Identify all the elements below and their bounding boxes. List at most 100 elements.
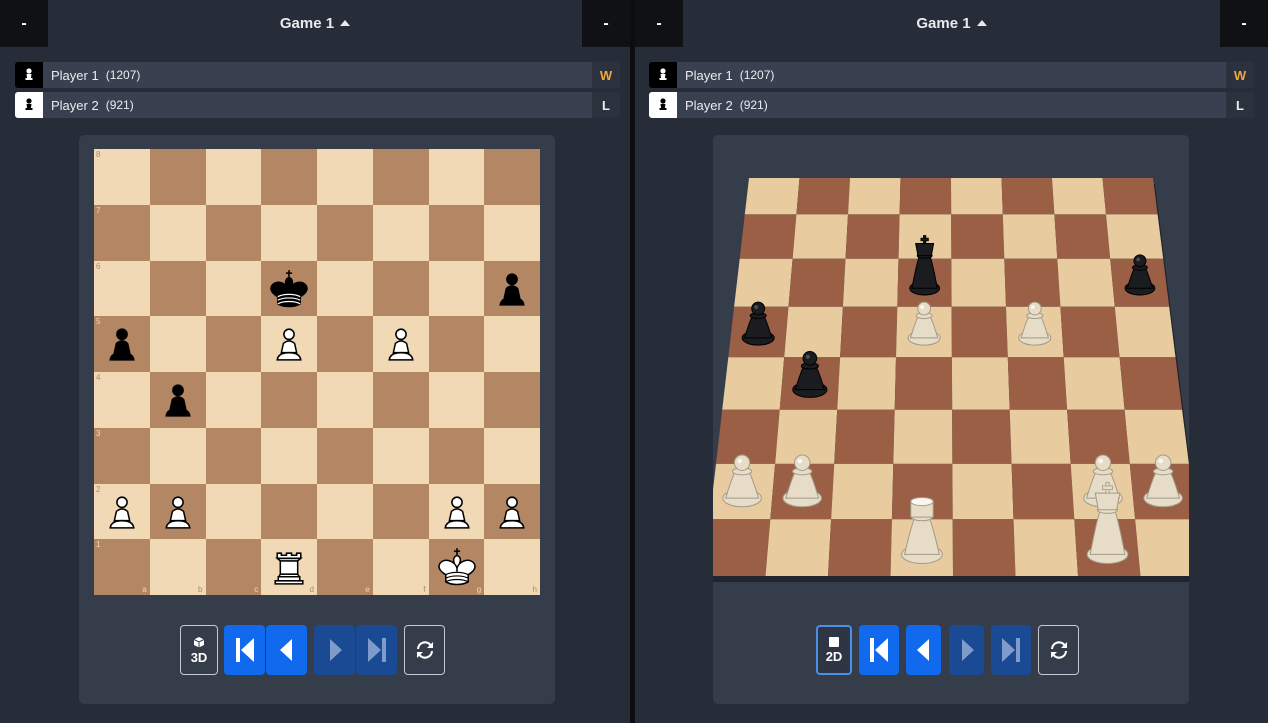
collapse-button[interactable]: - <box>1220 0 1268 47</box>
square-e7[interactable] <box>951 214 1005 259</box>
square-c7[interactable] <box>845 214 900 259</box>
square-e6[interactable] <box>951 258 1006 307</box>
view-2d-button[interactable]: 2D <box>816 625 852 675</box>
square-a6[interactable] <box>734 258 793 307</box>
square-e7[interactable] <box>317 204 373 261</box>
square-e8[interactable] <box>951 178 1003 215</box>
square-g5[interactable] <box>1060 306 1120 358</box>
square-g3[interactable] <box>428 427 485 484</box>
square-h8[interactable] <box>1102 178 1158 215</box>
square-f2[interactable] <box>1011 463 1075 520</box>
last-move-button[interactable] <box>991 625 1031 675</box>
square-g4[interactable] <box>428 372 485 428</box>
square-g8[interactable] <box>428 149 485 205</box>
square-g5[interactable] <box>428 316 485 372</box>
square-g7[interactable] <box>1054 214 1111 259</box>
white-pawn-b2[interactable] <box>155 489 201 535</box>
square-d3[interactable] <box>893 409 953 464</box>
square-e8[interactable] <box>317 149 373 205</box>
square-e4[interactable] <box>317 372 373 428</box>
square-b8[interactable] <box>149 149 206 205</box>
square-f8[interactable] <box>372 149 429 205</box>
square-c4[interactable] <box>205 372 262 428</box>
square-h4[interactable] <box>1119 357 1183 410</box>
square-h7[interactable] <box>484 204 540 261</box>
square-b6[interactable] <box>788 258 846 307</box>
white-rook-d1[interactable] <box>266 544 312 590</box>
square-e6[interactable] <box>317 260 373 317</box>
square-a6[interactable]: 6 <box>94 260 150 317</box>
square-c4[interactable] <box>837 357 896 410</box>
square-c3[interactable] <box>834 409 895 464</box>
square-g6[interactable] <box>428 260 485 317</box>
square-c1[interactable]: c <box>205 539 262 595</box>
square-f4[interactable] <box>372 372 429 428</box>
square-a4[interactable]: 4 <box>94 372 150 428</box>
square-g7[interactable] <box>428 204 485 261</box>
first-move-button[interactable] <box>859 625 899 675</box>
square-c5[interactable] <box>205 316 262 372</box>
previous-move-button[interactable] <box>266 625 307 675</box>
square-f6[interactable] <box>1004 258 1061 307</box>
square-f4[interactable] <box>1007 357 1068 410</box>
square-h3[interactable] <box>484 427 540 484</box>
square-d3[interactable] <box>261 427 317 484</box>
square-a7[interactable] <box>739 214 797 259</box>
square-f1[interactable]: f <box>372 539 429 595</box>
square-a4[interactable] <box>722 357 785 410</box>
square-c5[interactable] <box>840 306 898 358</box>
square-f6[interactable] <box>372 260 429 317</box>
square-h5[interactable] <box>484 316 540 372</box>
square-b5[interactable] <box>149 316 206 372</box>
next-move-button[interactable] <box>314 625 355 675</box>
square-g4[interactable] <box>1063 357 1125 410</box>
square-c7[interactable] <box>205 204 262 261</box>
square-d4[interactable] <box>894 357 953 410</box>
square-h4[interactable] <box>484 372 540 428</box>
square-b5[interactable] <box>784 306 843 358</box>
square-c3[interactable] <box>205 427 262 484</box>
square-h3[interactable] <box>1124 409 1189 464</box>
square-a1[interactable] <box>713 519 771 576</box>
square-b8[interactable] <box>796 178 850 215</box>
square-c2[interactable] <box>831 463 894 520</box>
square-g3[interactable] <box>1067 409 1130 464</box>
square-g8[interactable] <box>1052 178 1106 215</box>
square-g6[interactable] <box>1057 258 1115 307</box>
square-e2[interactable] <box>317 483 373 540</box>
white-pawn-f5[interactable] <box>378 321 424 367</box>
square-e1[interactable]: e <box>317 539 373 595</box>
square-c8[interactable] <box>205 149 262 205</box>
square-a3[interactable] <box>716 409 780 464</box>
chess-board-2d[interactable]: 87654321abcdefgh <box>94 149 540 595</box>
square-h7[interactable] <box>1106 214 1164 259</box>
white-king-g1[interactable] <box>434 544 480 590</box>
square-b7[interactable] <box>792 214 848 259</box>
square-a3[interactable]: 3 <box>94 427 150 484</box>
square-d7[interactable] <box>261 204 317 261</box>
chess-board-3d[interactable] <box>713 135 1189 595</box>
game-title-dropdown[interactable]: Game 1 <box>48 0 582 47</box>
white-pawn-a2[interactable] <box>99 489 145 535</box>
square-f3[interactable] <box>372 427 429 484</box>
view-3d-button[interactable]: 3D <box>180 625 218 675</box>
square-f1[interactable] <box>1013 519 1079 576</box>
collapse-button[interactable]: - <box>582 0 630 47</box>
square-a8[interactable] <box>744 178 800 215</box>
square-e4[interactable] <box>951 357 1010 410</box>
square-d4[interactable] <box>261 372 317 428</box>
black-pawn-a5[interactable] <box>99 321 145 367</box>
previous-move-button[interactable] <box>906 625 941 675</box>
square-e2[interactable] <box>952 463 1014 520</box>
square-c1[interactable] <box>828 519 892 576</box>
square-c8[interactable] <box>848 178 901 215</box>
square-d8[interactable] <box>261 149 317 205</box>
square-e1[interactable] <box>952 519 1016 576</box>
square-c6[interactable] <box>205 260 262 317</box>
square-h1[interactable]: h <box>484 539 540 595</box>
square-b3[interactable] <box>149 427 206 484</box>
game-title-dropdown[interactable]: Game 1 <box>683 0 1220 47</box>
square-b1[interactable] <box>765 519 832 576</box>
white-pawn-d5[interactable] <box>266 321 312 367</box>
last-move-button[interactable] <box>356 625 397 675</box>
